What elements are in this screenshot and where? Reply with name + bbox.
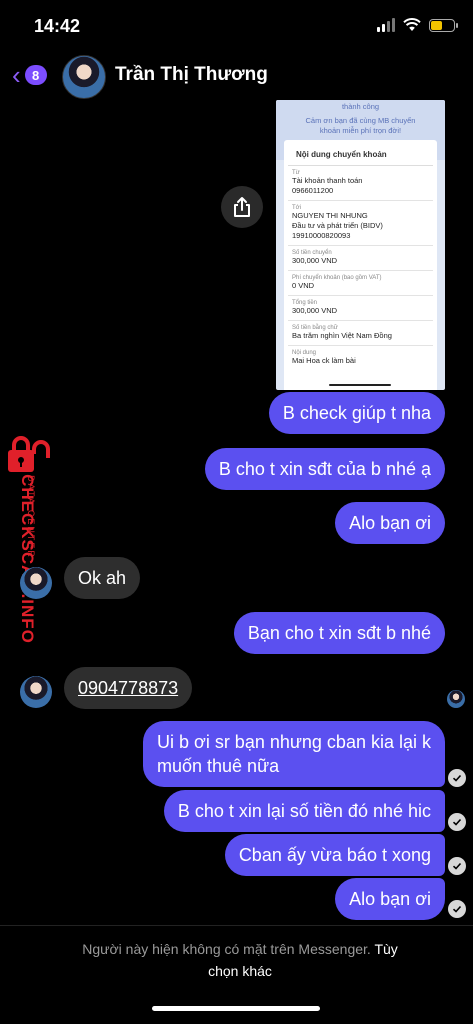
- receipt-header-line: khoản miễn phí trọn đời!: [319, 126, 402, 135]
- receipt-value: Ba trăm nghìn Việt Nam Đồng: [292, 331, 392, 340]
- home-indicator[interactable]: [152, 1006, 320, 1011]
- receipt-value: NGUYEN THI NHUNG: [292, 211, 368, 220]
- receipt-value: 300,000 VND: [292, 256, 338, 265]
- wifi-icon: [403, 18, 421, 31]
- message-bubble-sent[interactable]: Cban ấy vừa báo t xong: [224, 834, 445, 876]
- receipt-value: 0 VND: [292, 281, 315, 290]
- receipt-value: Đầu tư và phát triển (BIDV): [292, 221, 383, 230]
- seen-check-icon: [448, 900, 466, 918]
- receipt-value: Tài khoản thanh toán: [292, 176, 363, 185]
- receipt-card: Nội dung chuyển khoản Từ Tài khoản thanh…: [284, 140, 437, 390]
- receipt-header-line: Cảm ơn bạn đã cùng MB chuyển: [305, 116, 416, 125]
- receipt-value: 0966011200: [292, 186, 334, 195]
- back-button[interactable]: ‹ 8: [12, 62, 47, 88]
- receipt-row-to: Tới NGUYEN THI NHUNG Đầu tư và phát triể…: [288, 201, 433, 246]
- status-icons: [377, 18, 458, 32]
- message-line: muốn thuê nữa: [157, 756, 280, 776]
- receipt-value: 300,000 VND: [292, 306, 338, 315]
- receipt-title: Nội dung chuyển khoản: [288, 140, 433, 166]
- unread-count-badge: 8: [24, 65, 47, 85]
- other-options-link[interactable]: chọn khác: [208, 963, 272, 979]
- message-bubble-sent[interactable]: B cho t xin lại số tiền đó nhé hic: [163, 790, 445, 832]
- receipt-value: Mai Hoa ck làm bài: [292, 356, 356, 365]
- contact-avatar[interactable]: [62, 55, 106, 99]
- receipt-row-content: Nội dung Mai Hoa ck làm bài: [288, 346, 433, 370]
- message-bubble-sent[interactable]: B cho t xin sđt của b nhé ạ: [204, 448, 445, 490]
- receipt-header-line: thành công: [341, 102, 380, 111]
- receipt-value: 19910000820093: [292, 231, 351, 240]
- unavailable-notice: Người này hiện không có mặt trên Messeng…: [40, 938, 440, 982]
- message-bubble-received[interactable]: Ok ah: [64, 557, 141, 599]
- unavailable-text: Người này hiện không có mặt trên Messeng…: [82, 941, 371, 957]
- signal-icon: [377, 18, 395, 32]
- other-options-link[interactable]: Tùy: [374, 941, 397, 957]
- message-line: Ui b ơi sr bạn nhưng cban kia lại k: [157, 732, 431, 752]
- share-button[interactable]: [221, 186, 263, 228]
- receipt-home-indicator: [329, 384, 391, 386]
- footer-divider: [0, 925, 473, 926]
- battery-icon: [429, 18, 458, 32]
- seen-check-icon: [448, 857, 466, 875]
- receipt-row-total: Tổng tiền 300,000 VND: [288, 296, 433, 321]
- receipt-row-amount: Số tiền chuyển 300,000 VND: [288, 246, 433, 271]
- sender-avatar[interactable]: [20, 676, 52, 708]
- receipt-row-fee: Phí chuyển khoản (bao gồm VAT) 0 VND: [288, 271, 433, 296]
- seen-avatar: [447, 690, 465, 708]
- receipt-row-words: Số tiền bằng chữ Ba trăm nghìn Việt Nam …: [288, 321, 433, 346]
- share-icon: [234, 197, 250, 217]
- seen-check-icon: [448, 769, 466, 787]
- seen-check-icon: [448, 813, 466, 831]
- message-bubble-sent[interactable]: Alo bạn ơi: [335, 502, 445, 544]
- transfer-receipt-image[interactable]: thành công Cảm ơn bạn đã cùng MB chuyển …: [276, 100, 445, 390]
- watermark-text: CHECKSCAM.INFO: [18, 474, 37, 644]
- chevron-left-icon: ‹: [12, 60, 21, 90]
- receipt-row-from: Từ Tài khoản thanh toán 0966011200: [288, 166, 433, 201]
- phone-number-link[interactable]: 0904778873: [64, 667, 193, 709]
- message-bubble-sent[interactable]: Alo bạn ơi: [335, 878, 445, 920]
- sender-avatar[interactable]: [20, 567, 52, 599]
- message-bubble-sent[interactable]: B check giúp t nha: [268, 392, 445, 434]
- contact-name[interactable]: Trần Thị Thương: [115, 64, 268, 86]
- message-bubble-sent[interactable]: Ui b ơi sr bạn nhưng cban kia lại k muốn…: [143, 721, 445, 787]
- message-bubble-sent[interactable]: Bạn cho t xin sđt b nhé: [233, 612, 445, 654]
- status-time: 14:42: [34, 16, 81, 36]
